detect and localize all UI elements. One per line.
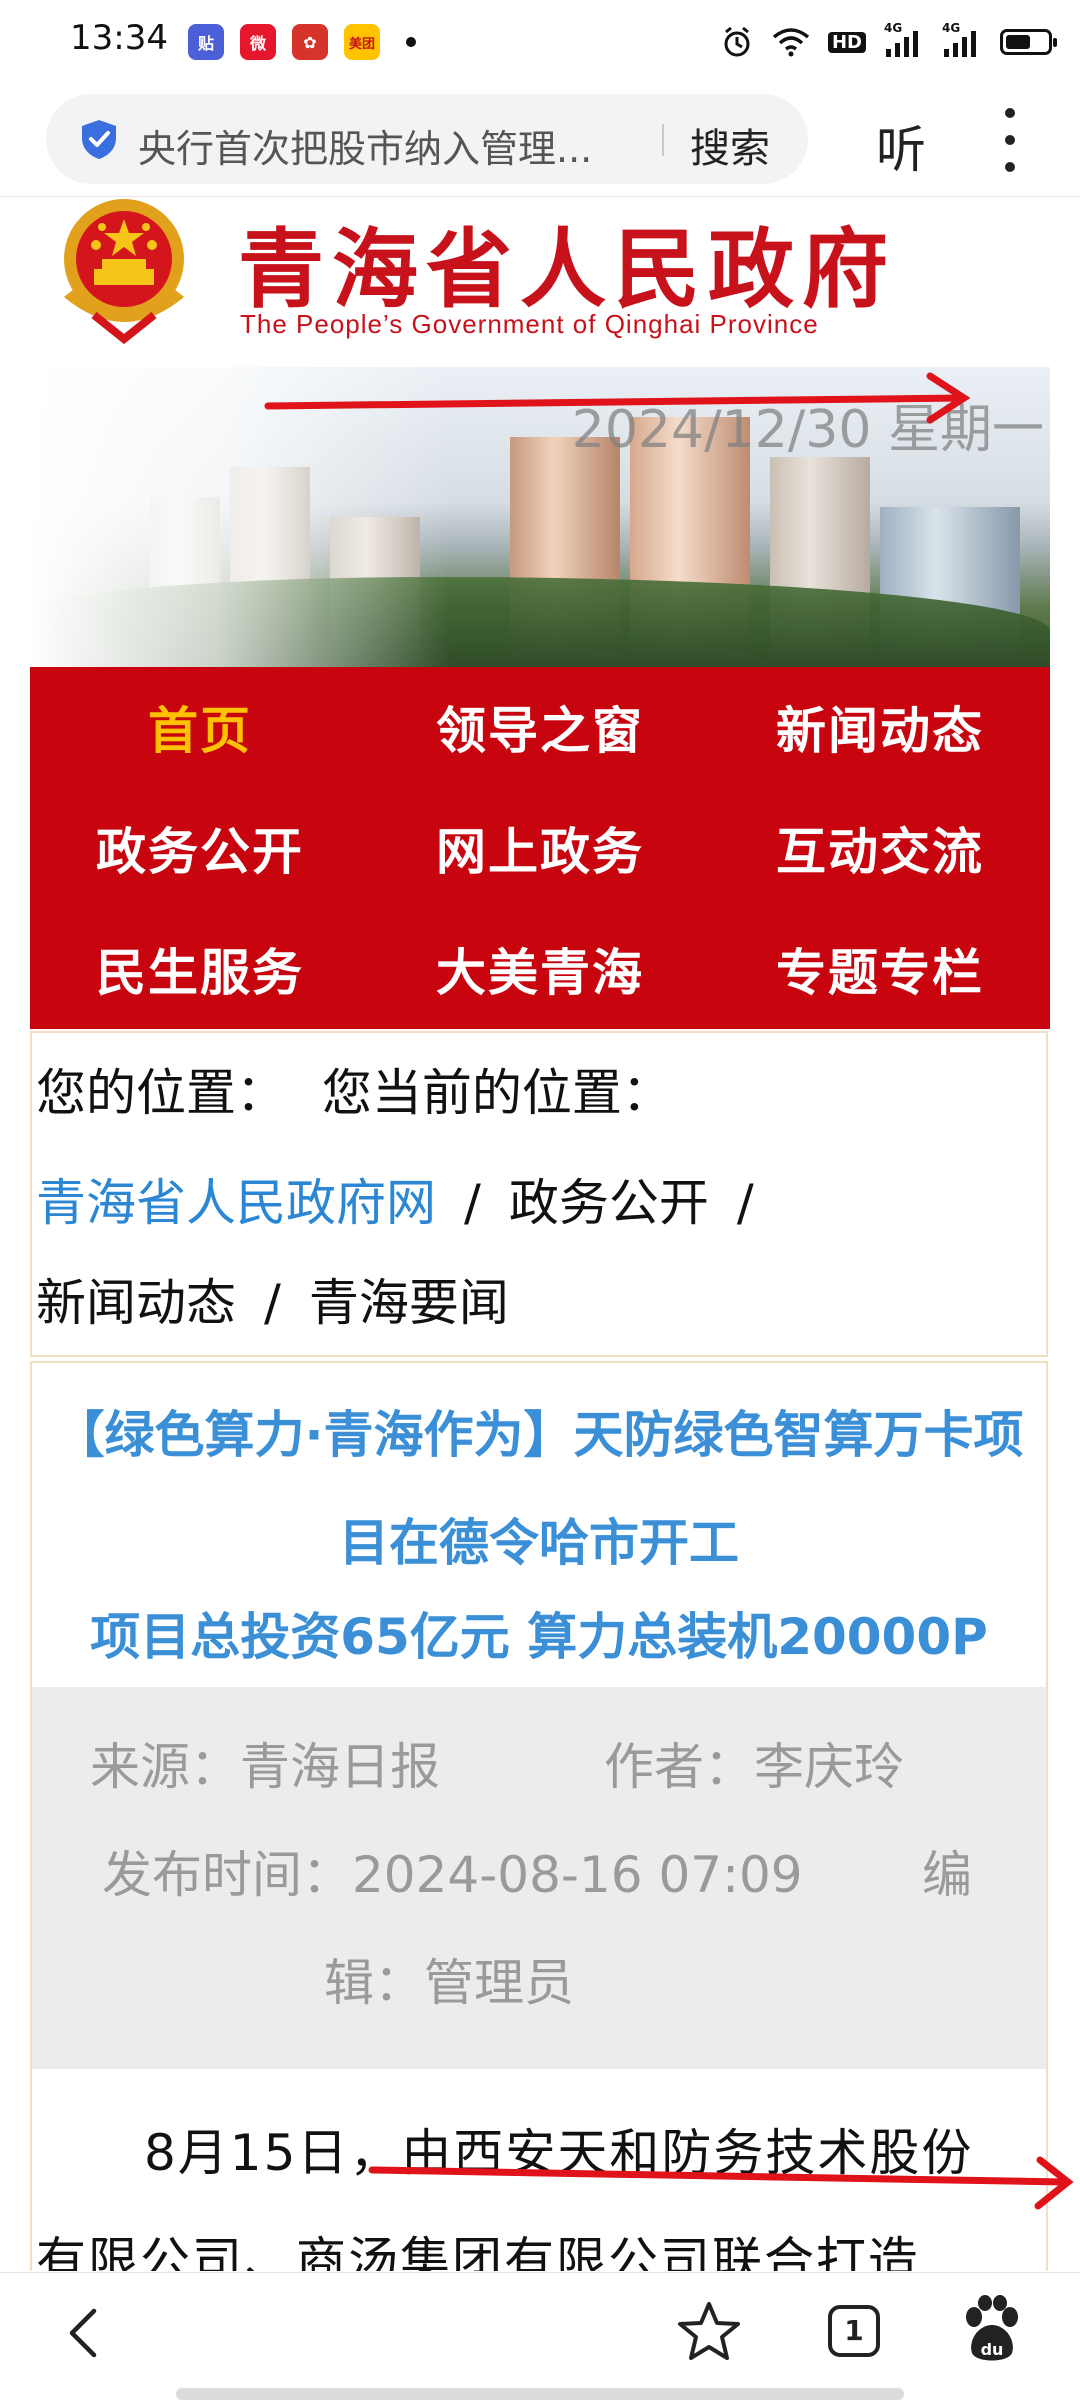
home-indicator[interactable] [176, 2388, 904, 2400]
annotation-arrow-line [264, 394, 966, 410]
baidu-paw-icon[interactable]: du [960, 2295, 1024, 2367]
annotation-arrow-line [368, 2166, 1068, 2186]
svg-text:du: du [981, 2340, 1004, 2359]
back-icon[interactable] [56, 2303, 116, 2363]
star-icon[interactable] [676, 2299, 742, 2365]
browser-bottom-nav: 1 du [0, 2272, 1080, 2401]
tabs-count[interactable]: 1 [826, 2303, 882, 2359]
annotation-arrow-top [62, 372, 1074, 2330]
